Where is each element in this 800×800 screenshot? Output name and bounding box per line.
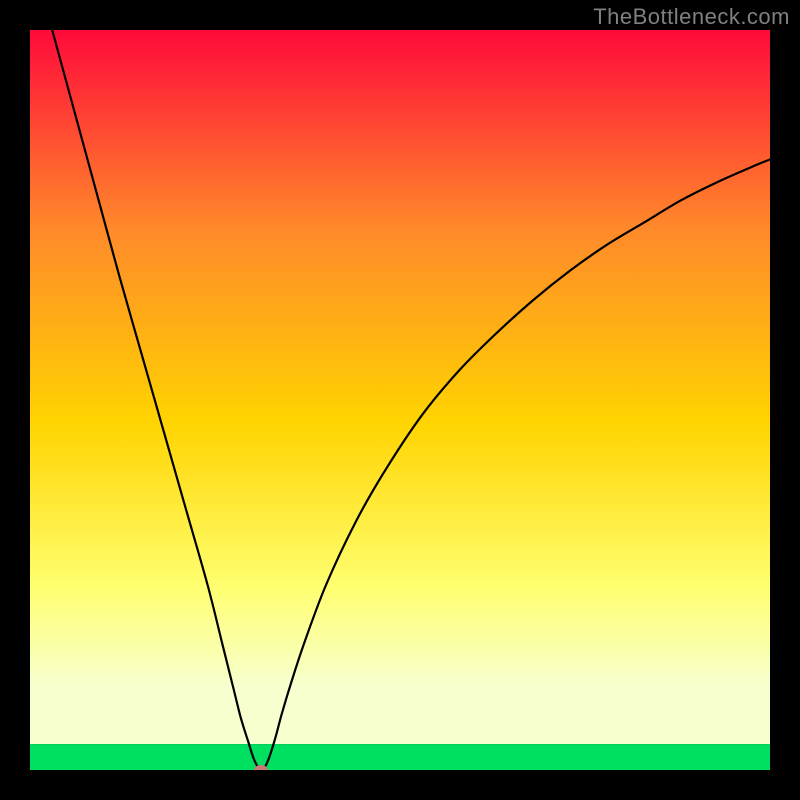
plot-outer — [30, 30, 770, 770]
gradient-background — [30, 30, 770, 744]
watermark-text: TheBottleneck.com — [593, 4, 790, 30]
green-band — [30, 744, 770, 770]
plot-svg — [30, 30, 770, 770]
chart-frame: TheBottleneck.com — [0, 0, 800, 800]
